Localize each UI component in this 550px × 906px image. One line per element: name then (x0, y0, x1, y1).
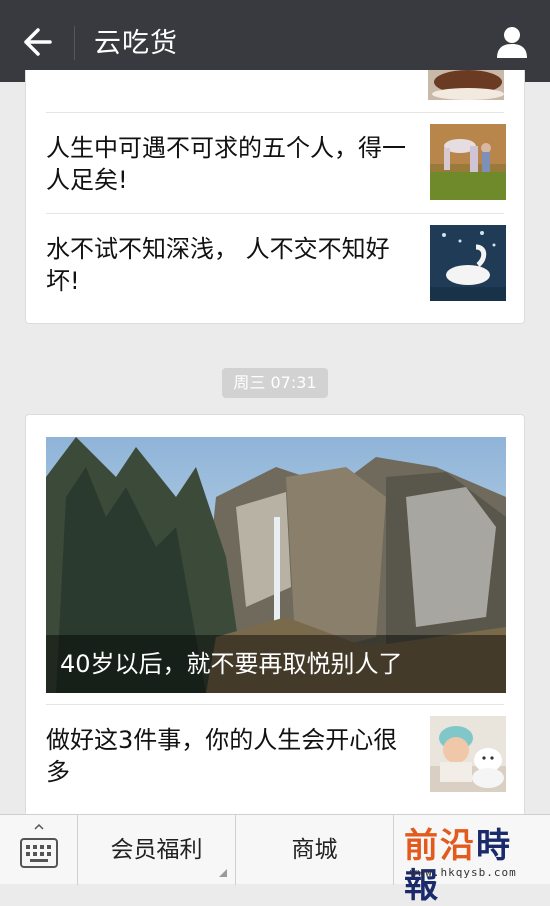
submenu-indicator-icon (219, 869, 227, 877)
keyboard-toggle-button[interactable] (0, 815, 78, 885)
article-title: 水不试不知深浅， 人不交不知好坏! (46, 235, 390, 295)
menu-item-label: 商城 (291, 837, 338, 863)
list-item[interactable]: 做好这3件事，你的人生会开心很多 (46, 716, 506, 794)
woman-field-photo (430, 124, 506, 200)
menu-item-member-benefits[interactable]: 会员福利 (78, 815, 236, 885)
page-title: 云吃货 (94, 28, 178, 59)
header-separator (74, 26, 75, 60)
profile-button[interactable] (492, 22, 532, 62)
featured-article[interactable]: 40岁以后，就不要再取悦别人了 (46, 437, 506, 693)
partial-thumbnail[interactable] (428, 70, 504, 100)
arrow-left-icon (24, 28, 52, 56)
watermark-url: www.hkqysb.com (410, 866, 517, 879)
watermark-logo: 前沿時報 www.hkqysb.com (404, 826, 546, 906)
keyboard-icon (20, 823, 58, 868)
watermark-part1: 前沿 (404, 826, 476, 866)
article-title: 人生中可遇不可求的五个人，得一人足矣! (46, 134, 406, 194)
list-item[interactable]: 水不试不知深浅， 人不交不知好坏! (46, 225, 506, 303)
divider (46, 704, 504, 705)
article-card: 40岁以后，就不要再取悦别人了 做好这3件事，你的人生会开心很多 (25, 414, 525, 834)
back-button[interactable] (14, 22, 60, 62)
user-icon (497, 27, 527, 58)
timestamp-badge: 周三 07:31 (222, 368, 328, 398)
article-title: 做好这3件事，你的人生会开心很多 (46, 726, 398, 786)
divider (46, 213, 504, 214)
swan-photo (430, 225, 506, 301)
list-item[interactable]: 人生中可遇不可求的五个人，得一人足矣! (46, 124, 506, 202)
featured-title: 40岁以后，就不要再取悦别人了 (60, 650, 403, 678)
article-card-previous: 人生中可遇不可求的五个人，得一人足矣! 水不试不知深浅， 人不交不知好坏! (25, 70, 525, 324)
divider (46, 112, 504, 113)
menu-item-label: 会员福利 (110, 837, 203, 863)
menu-item-shop[interactable]: 商城 (236, 815, 394, 885)
child-dog-photo (430, 716, 506, 792)
